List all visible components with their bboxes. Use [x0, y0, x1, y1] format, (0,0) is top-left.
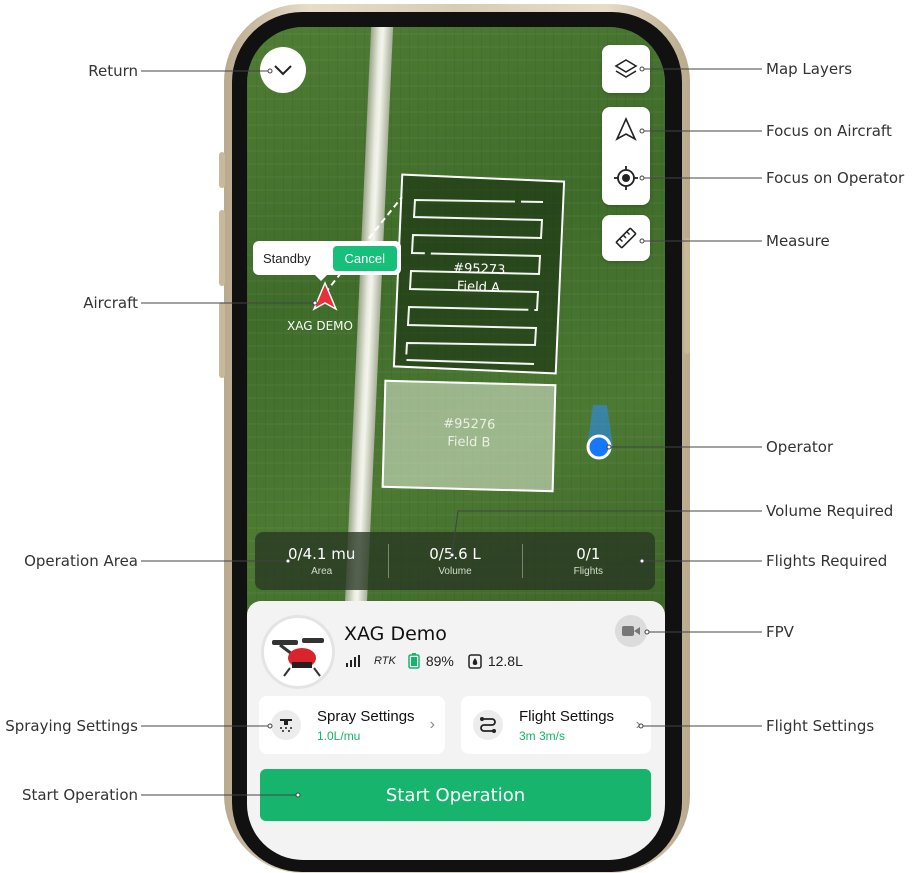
measure-button[interactable]	[602, 215, 650, 261]
callout-start-operation: Start Operation	[21, 786, 138, 804]
callout-map-layers: Map Layers	[766, 60, 853, 78]
callout-operator: Operator	[766, 438, 834, 456]
spray-settings-title: Spray Settings	[317, 708, 415, 725]
app-screen: #95273 Field A #95276 Field B Standby Ca…	[247, 27, 665, 860]
area-value: 0/4.1 mu	[287, 545, 356, 563]
drone-icon	[272, 638, 324, 677]
volume-up-button	[219, 210, 225, 286]
video-camera-icon	[622, 626, 640, 636]
callout-flight-settings: Flight Settings	[766, 717, 875, 735]
device-status-row: RTK 89% 12.8L	[346, 653, 523, 669]
satellite-map[interactable]: #95273 Field A #95276 Field B Standby Ca…	[247, 27, 665, 648]
navigation-arrow-icon	[615, 116, 637, 141]
route-icon	[473, 710, 503, 740]
callout-return: Return	[88, 62, 138, 80]
flight-settings-value: 3m 3m/s	[519, 729, 566, 743]
volume-down-button	[219, 302, 225, 378]
callout-volume-required: Volume Required	[766, 502, 894, 520]
ruler-icon	[615, 227, 637, 249]
crosshair-icon	[614, 165, 638, 190]
tank-level: 12.8L	[487, 653, 523, 669]
callout-flights-required: Flights Required	[766, 552, 888, 570]
callout-spraying-settings: Spraying Settings	[5, 717, 138, 735]
operator-marker	[586, 405, 613, 460]
device-name: XAG Demo	[344, 623, 447, 645]
chevron-down-icon	[274, 65, 292, 76]
operation-stats-bar: 0/4.1 mu Area 0/5.6 L Volume 0/1 Flights	[255, 532, 655, 590]
callout-fpv: FPV	[766, 623, 794, 641]
area-label: Area	[311, 566, 333, 577]
aircraft-name: XAG DEMO	[287, 319, 353, 333]
spray-settings-value: 1.0L/mu	[317, 729, 361, 743]
rtk-icon: RTK	[374, 655, 396, 667]
chevron-right-icon: ›	[429, 716, 435, 733]
layers-icon	[614, 59, 638, 78]
volume-stat: 0/5.6 L Volume	[388, 532, 521, 590]
return-button[interactable]	[260, 47, 306, 93]
focus-operator-button[interactable]	[613, 165, 639, 196]
cancel-button[interactable]: Cancel	[332, 245, 397, 271]
tank-icon	[468, 654, 482, 669]
signal-icon	[346, 655, 360, 667]
area-stat: 0/4.1 mu Area	[255, 532, 388, 590]
callout-focus-aircraft: Focus on Aircraft	[766, 122, 892, 140]
bottom-panel: XAG Demo RTK 89% 12.8L Spray Settings 1.…	[247, 601, 665, 860]
aircraft-marker	[312, 281, 338, 311]
callout-measure: Measure	[766, 232, 830, 250]
callout-focus-operator: Focus on Operator	[766, 169, 905, 187]
flight-settings-title: Flight Settings	[519, 708, 615, 725]
callout-operation-area: Operation Area	[24, 552, 138, 570]
start-operation-button[interactable]: Start Operation	[260, 769, 651, 821]
standby-label: Standby	[263, 250, 311, 266]
flights-stat: 0/1 Flights	[521, 532, 655, 590]
fpv-button[interactable]	[615, 615, 647, 647]
sprayer-icon	[271, 710, 301, 740]
mute-switch	[219, 152, 225, 188]
battery-level: 89%	[425, 653, 454, 669]
focus-aircraft-button[interactable]	[614, 116, 638, 146]
chevron-right-icon: ›	[635, 716, 641, 733]
battery-icon	[408, 653, 420, 669]
flight-settings-card[interactable]: Flight Settings 3m 3m/s ›	[461, 696, 651, 754]
flights-value: 0/1	[576, 545, 601, 563]
spray-route	[404, 198, 544, 365]
volume-value: 0/5.6 L	[429, 545, 481, 563]
map-layers-button[interactable]	[602, 45, 650, 93]
flights-label: Flights	[573, 566, 604, 577]
drone-avatar	[261, 615, 335, 689]
aircraft-status-popup: Standby Cancel	[253, 241, 401, 281]
spray-settings-card[interactable]: Spray Settings 1.0L/mu ›	[259, 696, 445, 754]
callout-aircraft: Aircraft	[83, 294, 138, 312]
focus-button-group	[602, 107, 650, 205]
volume-label: Volume	[438, 566, 472, 577]
power-button	[684, 238, 690, 354]
